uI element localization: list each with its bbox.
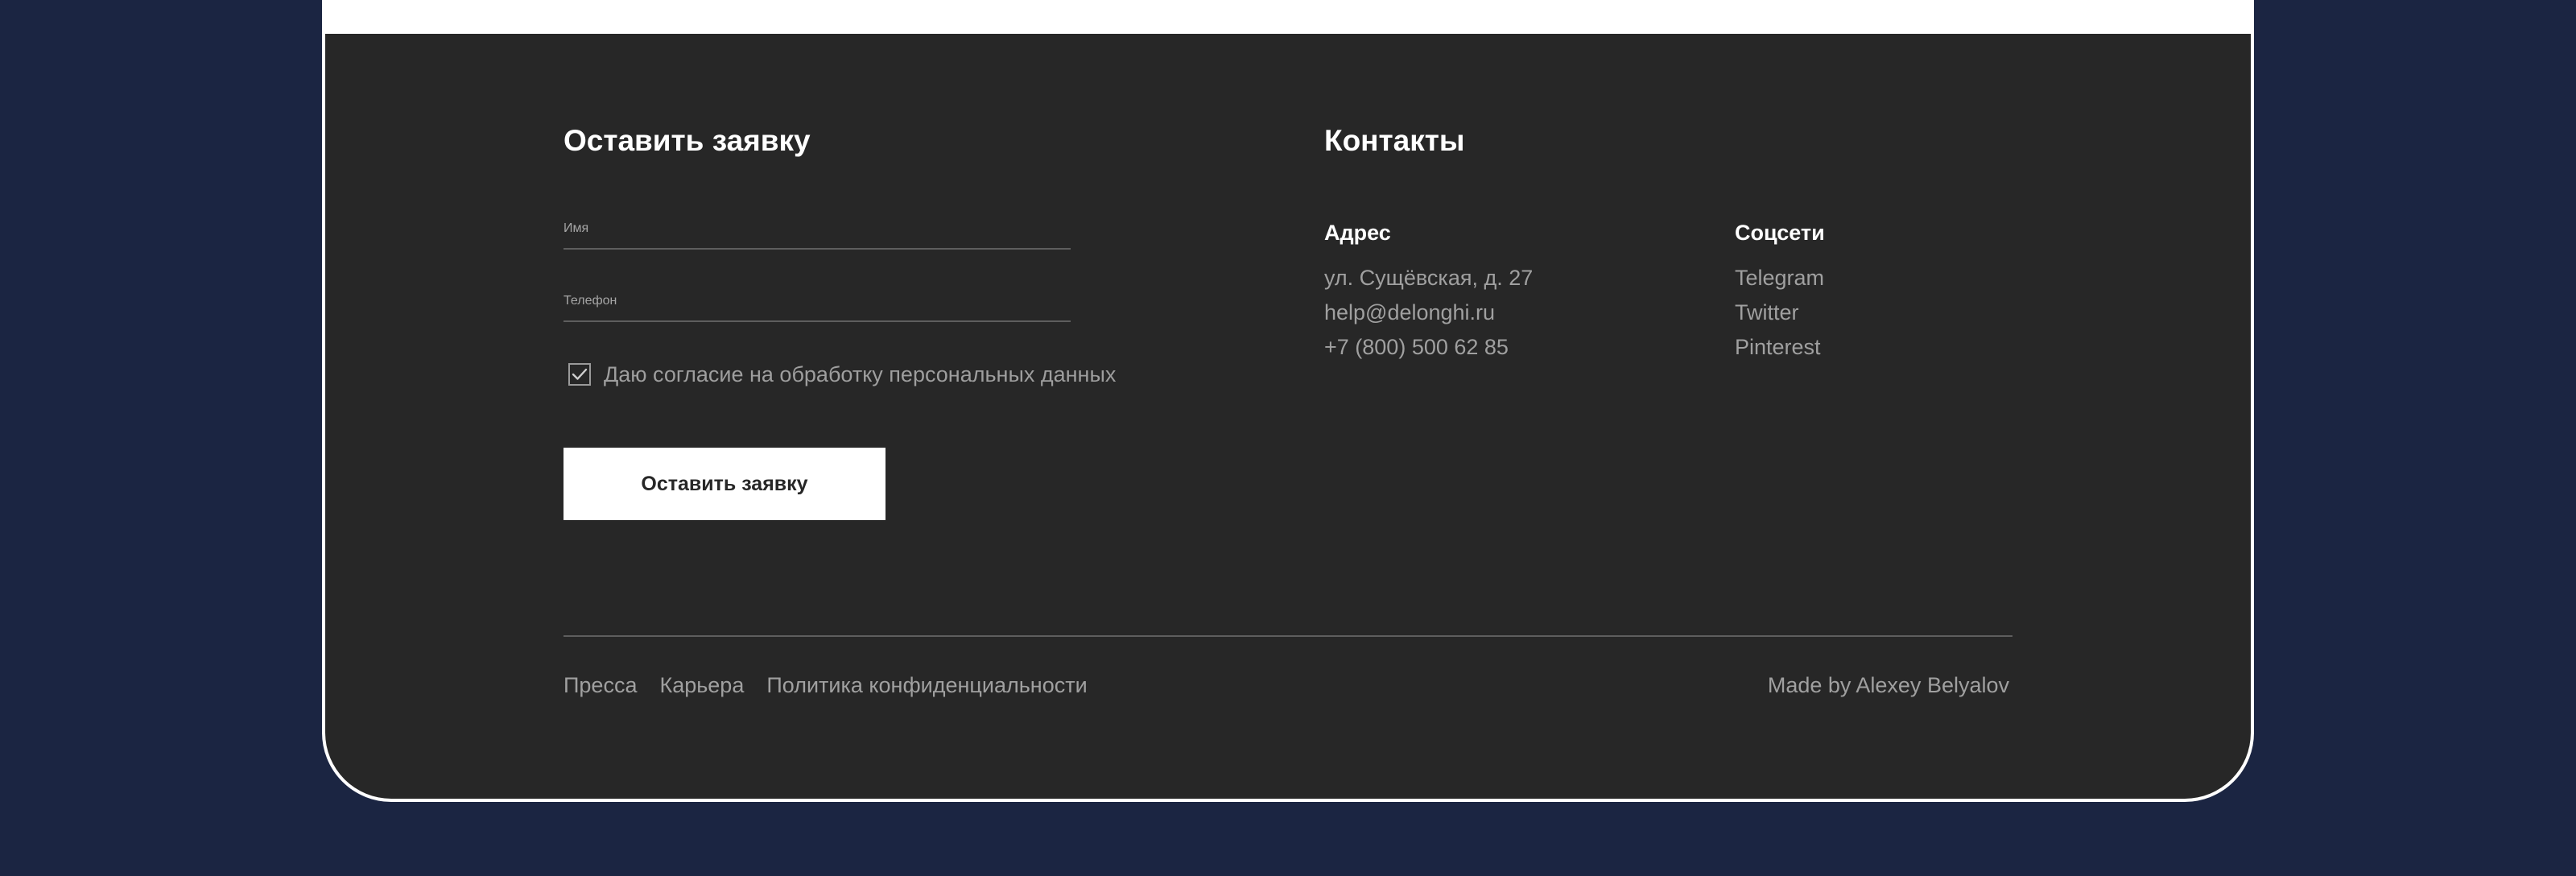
checkmark-icon xyxy=(572,368,588,380)
social-list: Telegram Twitter Pinterest xyxy=(1735,261,1825,365)
author-credit: Made by Alexey Belyalov xyxy=(1767,673,2009,697)
social-link-twitter[interactable]: Twitter xyxy=(1735,295,1825,330)
social-column: Соцсети Telegram Twitter Pinterest xyxy=(1735,219,1825,365)
social-heading: Соцсети xyxy=(1735,221,1825,245)
footer-link-privacy[interactable]: Политика конфиденциальности xyxy=(766,671,1087,699)
page-frame: Оставить заявку Имя Телефон Даю согласие… xyxy=(322,0,2254,802)
address-heading: Адрес xyxy=(1324,221,1391,245)
address-email[interactable]: help@delonghi.ru xyxy=(1324,295,1533,330)
social-link-telegram[interactable]: Telegram xyxy=(1735,261,1825,295)
address-column: Адрес ул. Сущёвская, д. 27 help@delonghi… xyxy=(1324,219,1533,365)
footer-divider xyxy=(564,635,2013,637)
name-field-label: Имя xyxy=(564,221,589,235)
site-footer: Оставить заявку Имя Телефон Даю согласие… xyxy=(325,34,2251,799)
footer-links: Пресса Карьера Политика конфиденциальнос… xyxy=(564,671,1088,699)
phone-field-label: Телефон xyxy=(564,294,617,308)
form-title: Оставить заявку xyxy=(564,124,811,157)
contacts-title: Контакты xyxy=(1324,124,1465,157)
address-street: ул. Сущёвская, д. 27 xyxy=(1324,266,1534,290)
phone-field[interactable]: Телефон xyxy=(564,283,1071,322)
social-link-pinterest[interactable]: Pinterest xyxy=(1735,330,1825,365)
footer-link-press[interactable]: Пресса xyxy=(564,671,637,699)
consent-row[interactable]: Даю согласие на обработку персональных д… xyxy=(568,358,1116,390)
consent-checkbox[interactable] xyxy=(568,363,591,386)
footer-link-career[interactable]: Карьера xyxy=(659,671,744,699)
address-list: ул. Сущёвская, д. 27 help@delonghi.ru +7… xyxy=(1324,261,1533,365)
address-phone[interactable]: +7 (800) 500 62 85 xyxy=(1324,330,1533,365)
name-field[interactable]: Имя xyxy=(564,211,1071,250)
submit-request-button[interactable]: Оставить заявку xyxy=(564,448,886,520)
consent-label: Даю согласие на обработку персональных д… xyxy=(604,362,1117,386)
